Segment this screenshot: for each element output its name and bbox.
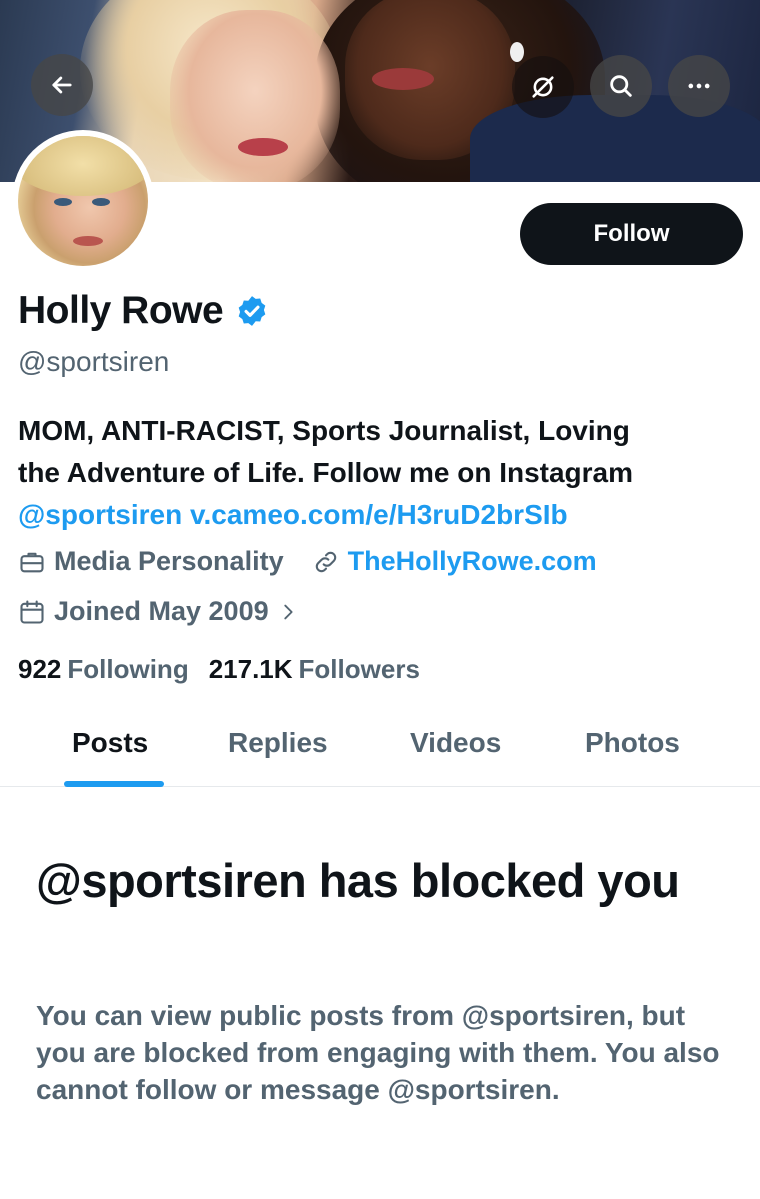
more-horizontal-icon: [688, 83, 710, 89]
calendar-icon: [20, 599, 44, 624]
profile-handle: @sportsiren: [18, 346, 170, 377]
profile-tabs: Posts Replies Videos Photos: [0, 705, 760, 787]
bio-mention-link[interactable]: @sportsiren: [18, 499, 182, 530]
following-count: 922: [18, 654, 62, 684]
profile-category: Media Personality: [54, 546, 284, 576]
blocked-description: You can view public posts from @sportsir…: [36, 1000, 720, 1105]
avatar[interactable]: [12, 130, 154, 272]
profile-meta: Media Personality TheHollyRowe.com: [18, 546, 597, 577]
tab-replies[interactable]: Replies: [228, 727, 328, 759]
website-link[interactable]: TheHollyRowe.com: [348, 546, 597, 577]
profile-bio: MOM, ANTI-RACIST, Sports Journalist, Lov…: [18, 410, 738, 536]
search-icon: [610, 75, 632, 97]
bio-line: the Adventure of Life. Follow me on Inst…: [18, 457, 634, 488]
tab-posts[interactable]: Posts: [72, 727, 148, 759]
name-row: Holly Rowe: [18, 289, 269, 333]
briefcase-icon: [20, 552, 44, 572]
joined-row[interactable]: Joined May 2009: [18, 596, 299, 627]
display-name: Holly Rowe: [18, 289, 224, 332]
bio-url-link[interactable]: v.cameo.com/e/H3ruD2brSIb: [190, 499, 568, 530]
followers-label: Followers: [298, 654, 420, 684]
more-button[interactable]: [668, 55, 730, 117]
follow-stats: 922 Following 217.1K Followers: [18, 654, 440, 685]
tab-videos[interactable]: Videos: [410, 727, 501, 759]
link-icon: [315, 551, 336, 572]
blocked-title: @sportsiren has blocked you: [36, 854, 680, 907]
joined-date: Joined May 2009: [54, 596, 269, 626]
following-stat[interactable]: 922 Following: [18, 654, 209, 685]
followers-stat[interactable]: 217.1K Followers: [209, 654, 440, 685]
followers-count: 217.1K: [208, 654, 293, 684]
arrow-left-icon: [52, 76, 72, 94]
grok-button[interactable]: [512, 56, 574, 118]
grok-icon: [532, 76, 554, 98]
bio-line: MOM, ANTI-RACIST, Sports Journalist, Lov…: [18, 415, 630, 446]
verified-badge-icon[interactable]: [235, 294, 269, 328]
back-button[interactable]: [31, 54, 93, 116]
following-label: Following: [67, 654, 189, 684]
tab-photos[interactable]: Photos: [585, 727, 680, 759]
search-button[interactable]: [590, 55, 652, 117]
follow-button[interactable]: Follow: [520, 203, 743, 265]
active-tab-indicator: [64, 781, 164, 787]
chevron-right-icon: [283, 604, 293, 619]
